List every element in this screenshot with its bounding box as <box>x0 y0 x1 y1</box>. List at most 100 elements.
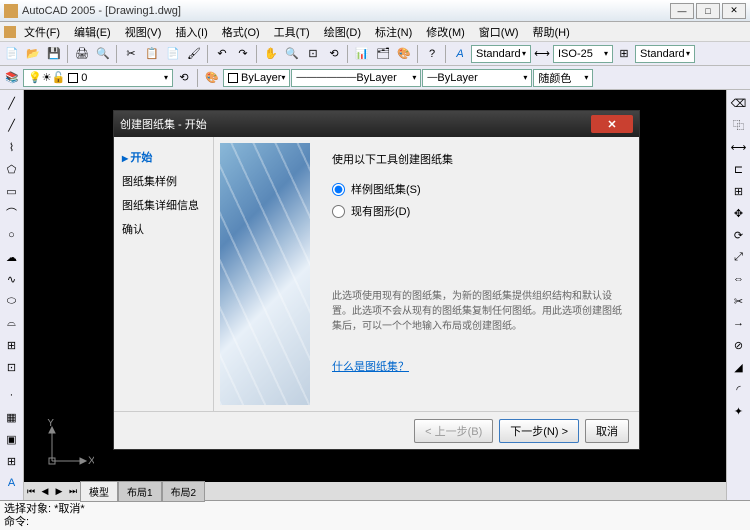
offset-icon[interactable]: ⊏ <box>729 159 749 179</box>
ellipse-arc-icon[interactable]: ⌓ <box>2 313 22 333</box>
cut-icon[interactable]: ✂ <box>121 44 141 64</box>
maximize-button[interactable]: □ <box>696 3 720 19</box>
plotstyle-combo[interactable]: 随颜色▾ <box>533 69 593 87</box>
menu-insert[interactable]: 插入(I) <box>169 22 213 42</box>
circle-icon[interactable]: ○ <box>2 225 22 245</box>
layer-mgr-icon[interactable]: 📚 <box>2 68 22 88</box>
tab-prev-icon[interactable]: ◀ <box>38 484 52 498</box>
tab-layout2[interactable]: 布局2 <box>162 481 206 502</box>
dialog-close-button[interactable]: ✕ <box>591 115 633 133</box>
back-button[interactable]: < 上一步(B) <box>414 419 493 443</box>
trim-icon[interactable]: ✂ <box>729 291 749 311</box>
mirror-icon[interactable]: ⟷ <box>729 137 749 157</box>
polygon-icon[interactable]: ⬠ <box>2 159 22 179</box>
minimize-button[interactable]: — <box>670 3 694 19</box>
explode-icon[interactable]: ✦ <box>729 401 749 421</box>
dc-icon[interactable]: 🗂 <box>373 44 393 64</box>
erase-icon[interactable]: ⌫ <box>729 93 749 113</box>
close-button[interactable]: ✕ <box>722 3 746 19</box>
xline-icon[interactable]: ╱ <box>2 115 22 135</box>
nav-confirm[interactable]: 确认 <box>120 217 207 241</box>
match-icon[interactable]: 🖌 <box>184 44 204 64</box>
radio-existing-dwg[interactable]: 现有图形(D) <box>332 203 623 219</box>
rotate-icon[interactable]: ⟳ <box>729 225 749 245</box>
redo-icon[interactable]: ↷ <box>233 44 253 64</box>
rectangle-icon[interactable]: ▭ <box>2 181 22 201</box>
table-icon[interactable]: ⊞ <box>2 451 22 471</box>
whatis-link[interactable]: 什么是图纸集？ <box>332 358 409 374</box>
point-icon[interactable]: · <box>2 385 22 405</box>
nav-begin[interactable]: 开始 <box>120 145 207 169</box>
pline-icon[interactable]: ⌇ <box>2 137 22 157</box>
menu-dim[interactable]: 标注(N) <box>369 22 418 42</box>
new-icon[interactable]: 📄 <box>2 44 22 64</box>
copy-icon[interactable]: 📋 <box>142 44 162 64</box>
scale-icon[interactable]: ⤢ <box>729 247 749 267</box>
break-icon[interactable]: ⊘ <box>729 335 749 355</box>
command-line[interactable]: 选择对象: *取消* 命令: <box>0 500 750 530</box>
hatch-icon[interactable]: ▦ <box>2 407 22 427</box>
stretch-icon[interactable]: ⇔ <box>729 269 749 289</box>
paste-icon[interactable]: 📄 <box>163 44 183 64</box>
print-icon[interactable]: 🖨 <box>72 44 92 64</box>
zoom-icon[interactable]: 🔍 <box>282 44 302 64</box>
layer-prev-icon[interactable]: ⟲ <box>174 68 194 88</box>
next-button[interactable]: 下一步(N) > <box>499 419 579 443</box>
text-style-icon[interactable]: A <box>450 44 470 64</box>
nav-example[interactable]: 图纸集样例 <box>120 169 207 193</box>
menu-window[interactable]: 窗口(W) <box>473 22 525 42</box>
arc-icon[interactable]: ⌒ <box>2 203 22 223</box>
menu-tools[interactable]: 工具(T) <box>268 22 316 42</box>
tab-next-icon[interactable]: ▶ <box>52 484 66 498</box>
radio-example-set[interactable]: 样例图纸集(S) <box>332 181 623 197</box>
tab-layout1[interactable]: 布局1 <box>118 481 162 502</box>
insert-block-icon[interactable]: ⊞ <box>2 335 22 355</box>
linetype-combo[interactable]: —————— ByLayer▾ <box>291 69 421 87</box>
text-style-combo[interactable]: Standard▾ <box>471 45 531 63</box>
menu-draw[interactable]: 绘图(D) <box>318 22 367 42</box>
chamfer-icon[interactable]: ◢ <box>729 357 749 377</box>
help-icon[interactable]: ? <box>422 44 442 64</box>
fillet-icon[interactable]: ◜ <box>729 379 749 399</box>
menu-help[interactable]: 帮助(H) <box>527 22 576 42</box>
dim-style-combo[interactable]: ISO-25▾ <box>553 45 613 63</box>
table-style-icon[interactable]: ⊞ <box>614 44 634 64</box>
tab-first-icon[interactable]: ⏮ <box>24 484 38 498</box>
line-icon[interactable]: ╱ <box>2 93 22 113</box>
preview-icon[interactable]: 🔍 <box>93 44 113 64</box>
tab-model[interactable]: 模型 <box>80 481 118 502</box>
region-icon[interactable]: ▣ <box>2 429 22 449</box>
tool-palette-icon[interactable]: 🎨 <box>394 44 414 64</box>
pan-icon[interactable]: ✋ <box>261 44 281 64</box>
layer-combo[interactable]: 💡 ☀ 🔓 0▾ <box>23 69 173 87</box>
extend-icon[interactable]: → <box>729 313 749 333</box>
array-icon[interactable]: ⊞ <box>729 181 749 201</box>
properties-icon[interactable]: 📊 <box>352 44 372 64</box>
menu-modify[interactable]: 修改(M) <box>420 22 471 42</box>
zoom-window-icon[interactable]: ⊡ <box>303 44 323 64</box>
save-icon[interactable]: 💾 <box>44 44 64 64</box>
menu-view[interactable]: 视图(V) <box>119 22 168 42</box>
ellipse-icon[interactable]: ⬭ <box>2 291 22 311</box>
lineweight-combo[interactable]: — ByLayer▾ <box>422 69 532 87</box>
dialog-titlebar[interactable]: 创建图纸集 - 开始 ✕ <box>114 111 639 137</box>
zoom-prev-icon[interactable]: ⟲ <box>324 44 344 64</box>
nav-detail[interactable]: 图纸集详细信息 <box>120 193 207 217</box>
undo-icon[interactable]: ↶ <box>212 44 232 64</box>
dim-style-icon[interactable]: ⟷ <box>532 44 552 64</box>
mtext-icon[interactable]: A <box>2 473 22 493</box>
color-combo[interactable]: ByLayer▾ <box>223 69 290 87</box>
revcloud-icon[interactable]: ☁ <box>2 247 22 267</box>
make-block-icon[interactable]: ⊡ <box>2 357 22 377</box>
table-style-combo[interactable]: Standard▾ <box>635 45 695 63</box>
menu-format[interactable]: 格式(O) <box>216 22 266 42</box>
move-icon[interactable]: ✥ <box>729 203 749 223</box>
radio-example-input[interactable] <box>332 183 345 196</box>
menu-file[interactable]: 文件(F) <box>18 22 66 42</box>
spline-icon[interactable]: ∿ <box>2 269 22 289</box>
menu-edit[interactable]: 编辑(E) <box>68 22 117 42</box>
open-icon[interactable]: 📂 <box>23 44 43 64</box>
color-icon[interactable]: 🎨 <box>202 68 222 88</box>
tab-last-icon[interactable]: ⏭ <box>66 484 80 498</box>
radio-existing-input[interactable] <box>332 205 345 218</box>
